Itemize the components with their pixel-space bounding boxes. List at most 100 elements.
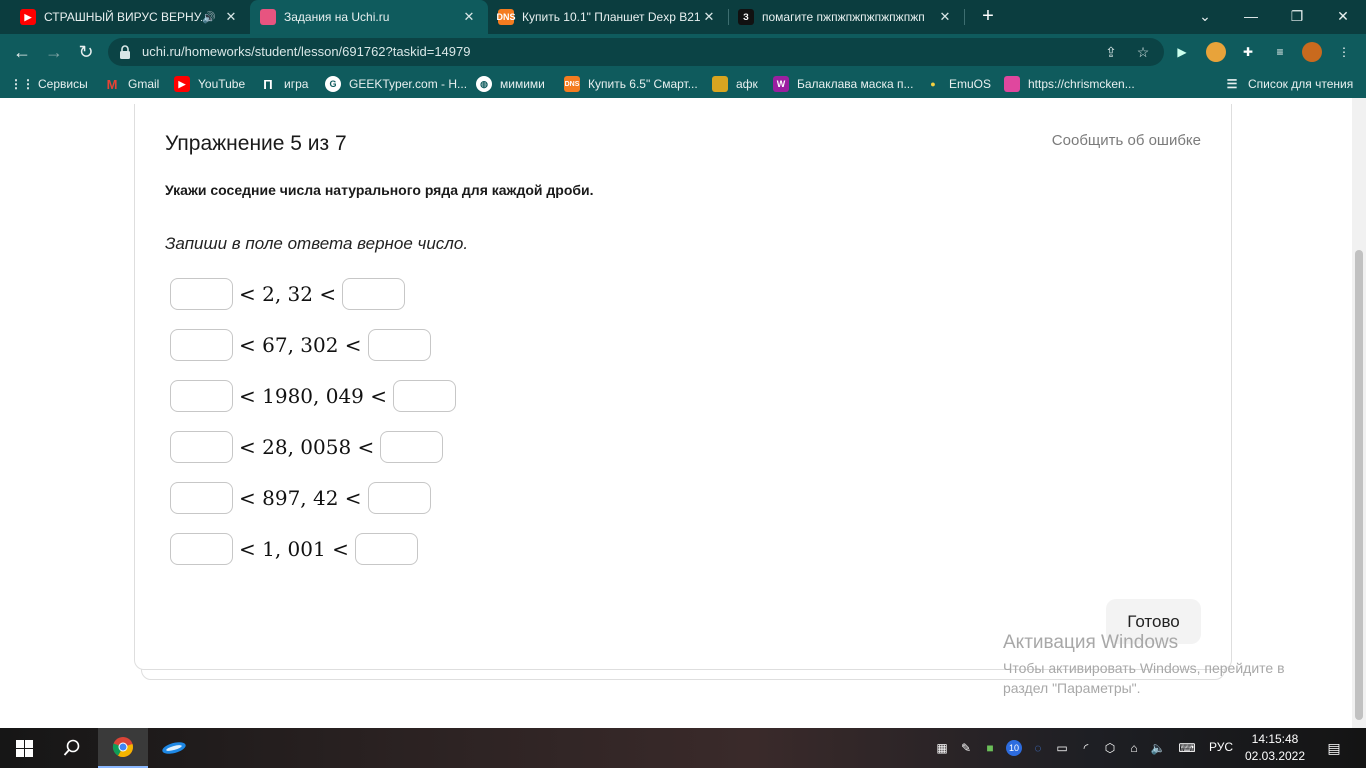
tray-pen-icon[interactable]: ✎ bbox=[958, 740, 974, 756]
bookmark-label: YouTube bbox=[198, 77, 246, 91]
bookmarks-bar: ⋮⋮ Сервисы M Gmail ▶ YouTube Π игра G GE… bbox=[0, 70, 1366, 98]
apps-grid-icon: ⋮⋮ bbox=[10, 77, 34, 91]
tab-separator bbox=[964, 9, 965, 25]
star-icon[interactable]: ☆ bbox=[1134, 43, 1152, 61]
task-hint: Запиши в поле ответа верное число. bbox=[165, 234, 469, 253]
bookmark-afk[interactable]: афк bbox=[712, 76, 758, 92]
taskbar-app[interactable] bbox=[150, 728, 198, 768]
url-text: uchi.ru/homeworks/student/lesson/691762?… bbox=[142, 44, 471, 59]
answer-input-right[interactable] bbox=[380, 431, 444, 463]
bookmark-label: Сервисы bbox=[38, 77, 88, 91]
restore-button[interactable]: ❐ bbox=[1274, 0, 1320, 32]
clock[interactable]: 14:15:48 02.03.2022 bbox=[1244, 731, 1306, 765]
forward-button[interactable]: → bbox=[40, 38, 68, 66]
answer-input-left[interactable] bbox=[170, 482, 233, 514]
answer-input-right[interactable] bbox=[393, 380, 457, 412]
notifications-icon[interactable]: ▤ bbox=[1324, 740, 1344, 756]
tab-znanija[interactable]: З помагите пжпжпжпжпжпжпжп ✕ bbox=[728, 0, 964, 34]
bookmark-label: Список для чтения bbox=[1248, 77, 1354, 91]
tray-onedrive-icon[interactable]: ◌ bbox=[1030, 740, 1046, 756]
tray-app-icon[interactable]: ▦ bbox=[934, 740, 950, 756]
search-icon bbox=[63, 739, 80, 756]
address-bar[interactable]: uchi.ru/homeworks/student/lesson/691762?… bbox=[108, 38, 1164, 66]
scrollbar-thumb[interactable] bbox=[1355, 250, 1363, 720]
answer-input-left[interactable] bbox=[170, 278, 233, 310]
keyboard-icon[interactable]: ⌨ bbox=[1176, 740, 1198, 756]
watermark-title: Активация Windows bbox=[1003, 632, 1179, 653]
bookmark-label: GEEKTyper.com - Н... bbox=[349, 77, 468, 91]
answer-input-right[interactable] bbox=[354, 533, 418, 565]
globe-icon: ◍ bbox=[476, 76, 492, 92]
tab-search-chevron-icon[interactable]: ⌄ bbox=[1182, 0, 1228, 32]
gmail-icon: M bbox=[106, 76, 118, 92]
inequality-row: < 897, 42 < bbox=[170, 482, 431, 514]
language-indicator[interactable]: РУС bbox=[1209, 740, 1233, 754]
lock-icon bbox=[120, 45, 130, 59]
bookmark-reading-list[interactable]: ☰ Список для чтения bbox=[1224, 76, 1354, 92]
reload-button[interactable]: ↻ bbox=[72, 38, 100, 66]
close-window-button[interactable]: ✕ bbox=[1320, 0, 1366, 32]
taskbar-chrome[interactable] bbox=[98, 728, 148, 768]
tray-badge-icon[interactable]: 10 bbox=[1006, 740, 1022, 756]
watermark-text: раздел "Параметры". bbox=[1003, 680, 1141, 696]
avatar[interactable] bbox=[1302, 42, 1322, 62]
bookmark-youtube[interactable]: ▶ YouTube bbox=[174, 76, 245, 92]
page-viewport: Упражнение 5 из 7 Сообщить об ошибке Ука… bbox=[0, 98, 1352, 728]
usb-icon[interactable]: ⌂ bbox=[1126, 740, 1142, 756]
reading-list-icon: ☰ bbox=[1226, 77, 1238, 91]
tray-package-icon[interactable]: ⬡ bbox=[1102, 740, 1118, 756]
report-error-link[interactable]: Сообщить об ошибке bbox=[1052, 132, 1201, 149]
answer-input-left[interactable] bbox=[170, 329, 233, 361]
bookmark-services[interactable]: ⋮⋮ Сервисы bbox=[10, 76, 88, 92]
bookmark-emuos[interactable]: ● EmuOS bbox=[925, 76, 991, 92]
bookmark-dns[interactable]: DNS Купить 6.5" Смарт... bbox=[564, 76, 698, 92]
close-icon[interactable]: ✕ bbox=[460, 9, 478, 25]
znanija-icon: З bbox=[738, 9, 754, 25]
bookmark-gmail[interactable]: M Gmail bbox=[104, 76, 160, 92]
bookmark-geektyper[interactable]: G GEEKTyper.com - Н... bbox=[325, 76, 467, 92]
windows-taskbar: ▦ ✎ ■ 10 ◌ ▭ ◜ ⬡ ⌂ 🔈 ⌨ РУС 14:15:48 02.0… bbox=[0, 728, 1366, 768]
bookmark-mimimi[interactable]: ◍ мимими bbox=[476, 76, 545, 92]
tab-youtube[interactable]: ▶ СТРАШНЫЙ ВИРУС ВЕРНУЛ 🔊 ✕ bbox=[10, 0, 250, 34]
close-icon[interactable]: ✕ bbox=[936, 9, 954, 25]
answer-input-left[interactable] bbox=[170, 431, 233, 463]
answer-input-right[interactable] bbox=[367, 329, 431, 361]
wifi-icon[interactable]: ◜ bbox=[1078, 740, 1094, 756]
bookmark-chrismcken[interactable]: https://chrismcken... bbox=[1004, 76, 1135, 92]
bookmark-balaclava[interactable]: W Балаклава маска п... bbox=[773, 76, 913, 92]
answer-input-right[interactable] bbox=[367, 482, 431, 514]
puzzle-icon[interactable]: ✚ bbox=[1238, 42, 1258, 62]
close-icon[interactable]: ✕ bbox=[700, 9, 718, 25]
tray-cubes-icon[interactable]: ■ bbox=[982, 740, 998, 756]
answer-input-left[interactable] bbox=[170, 533, 233, 565]
start-button[interactable] bbox=[0, 728, 48, 768]
minimize-button[interactable]: — bbox=[1228, 0, 1274, 32]
new-tab-button[interactable]: + bbox=[976, 4, 1000, 28]
app-swoosh-icon bbox=[162, 742, 186, 754]
tab-uchi[interactable]: Задания на Uchi.ru ✕ bbox=[250, 0, 488, 34]
play-extension-icon[interactable]: ▶ bbox=[1172, 42, 1192, 62]
share-icon[interactable]: ⇪ bbox=[1102, 43, 1120, 61]
afk-icon bbox=[712, 76, 728, 92]
tab-title: Задания на Uchi.ru bbox=[284, 10, 390, 24]
menu-dots-icon[interactable]: ⋮ bbox=[1334, 42, 1354, 62]
tab-title: СТРАШНЫЙ ВИРУС ВЕРНУЛ bbox=[44, 10, 203, 24]
back-button[interactable]: ← bbox=[8, 38, 36, 66]
answer-input-left[interactable] bbox=[170, 380, 233, 412]
search-button[interactable] bbox=[48, 728, 96, 768]
task-instruction: Укажи соседние числа натурального ряда д… bbox=[165, 182, 594, 198]
battery-icon[interactable]: ▭ bbox=[1054, 740, 1070, 756]
page-scrollbar[interactable] bbox=[1352, 98, 1366, 728]
bookmark-label: Балаклава маска п... bbox=[797, 77, 914, 91]
media-control-icon[interactable]: ≡ bbox=[1270, 42, 1290, 62]
extension-icon[interactable] bbox=[1206, 42, 1226, 62]
browser-tabstrip: ▶ СТРАШНЫЙ ВИРУС ВЕРНУЛ 🔊 ✕ Задания на U… bbox=[0, 0, 1366, 34]
inequality-row: < 67, 302 < bbox=[170, 329, 431, 361]
volume-icon[interactable]: 🔈 bbox=[1150, 740, 1166, 756]
tab-dns[interactable]: DNS Купить 10.1" Планшет Dexp B21 ✕ bbox=[488, 0, 728, 34]
bookmark-igra[interactable]: Π игра bbox=[260, 76, 308, 92]
speaker-icon[interactable]: 🔊 bbox=[202, 11, 216, 24]
close-icon[interactable]: ✕ bbox=[222, 9, 240, 25]
answer-input-right[interactable] bbox=[342, 278, 406, 310]
inequality-row: < 1, 001 < bbox=[170, 533, 418, 565]
